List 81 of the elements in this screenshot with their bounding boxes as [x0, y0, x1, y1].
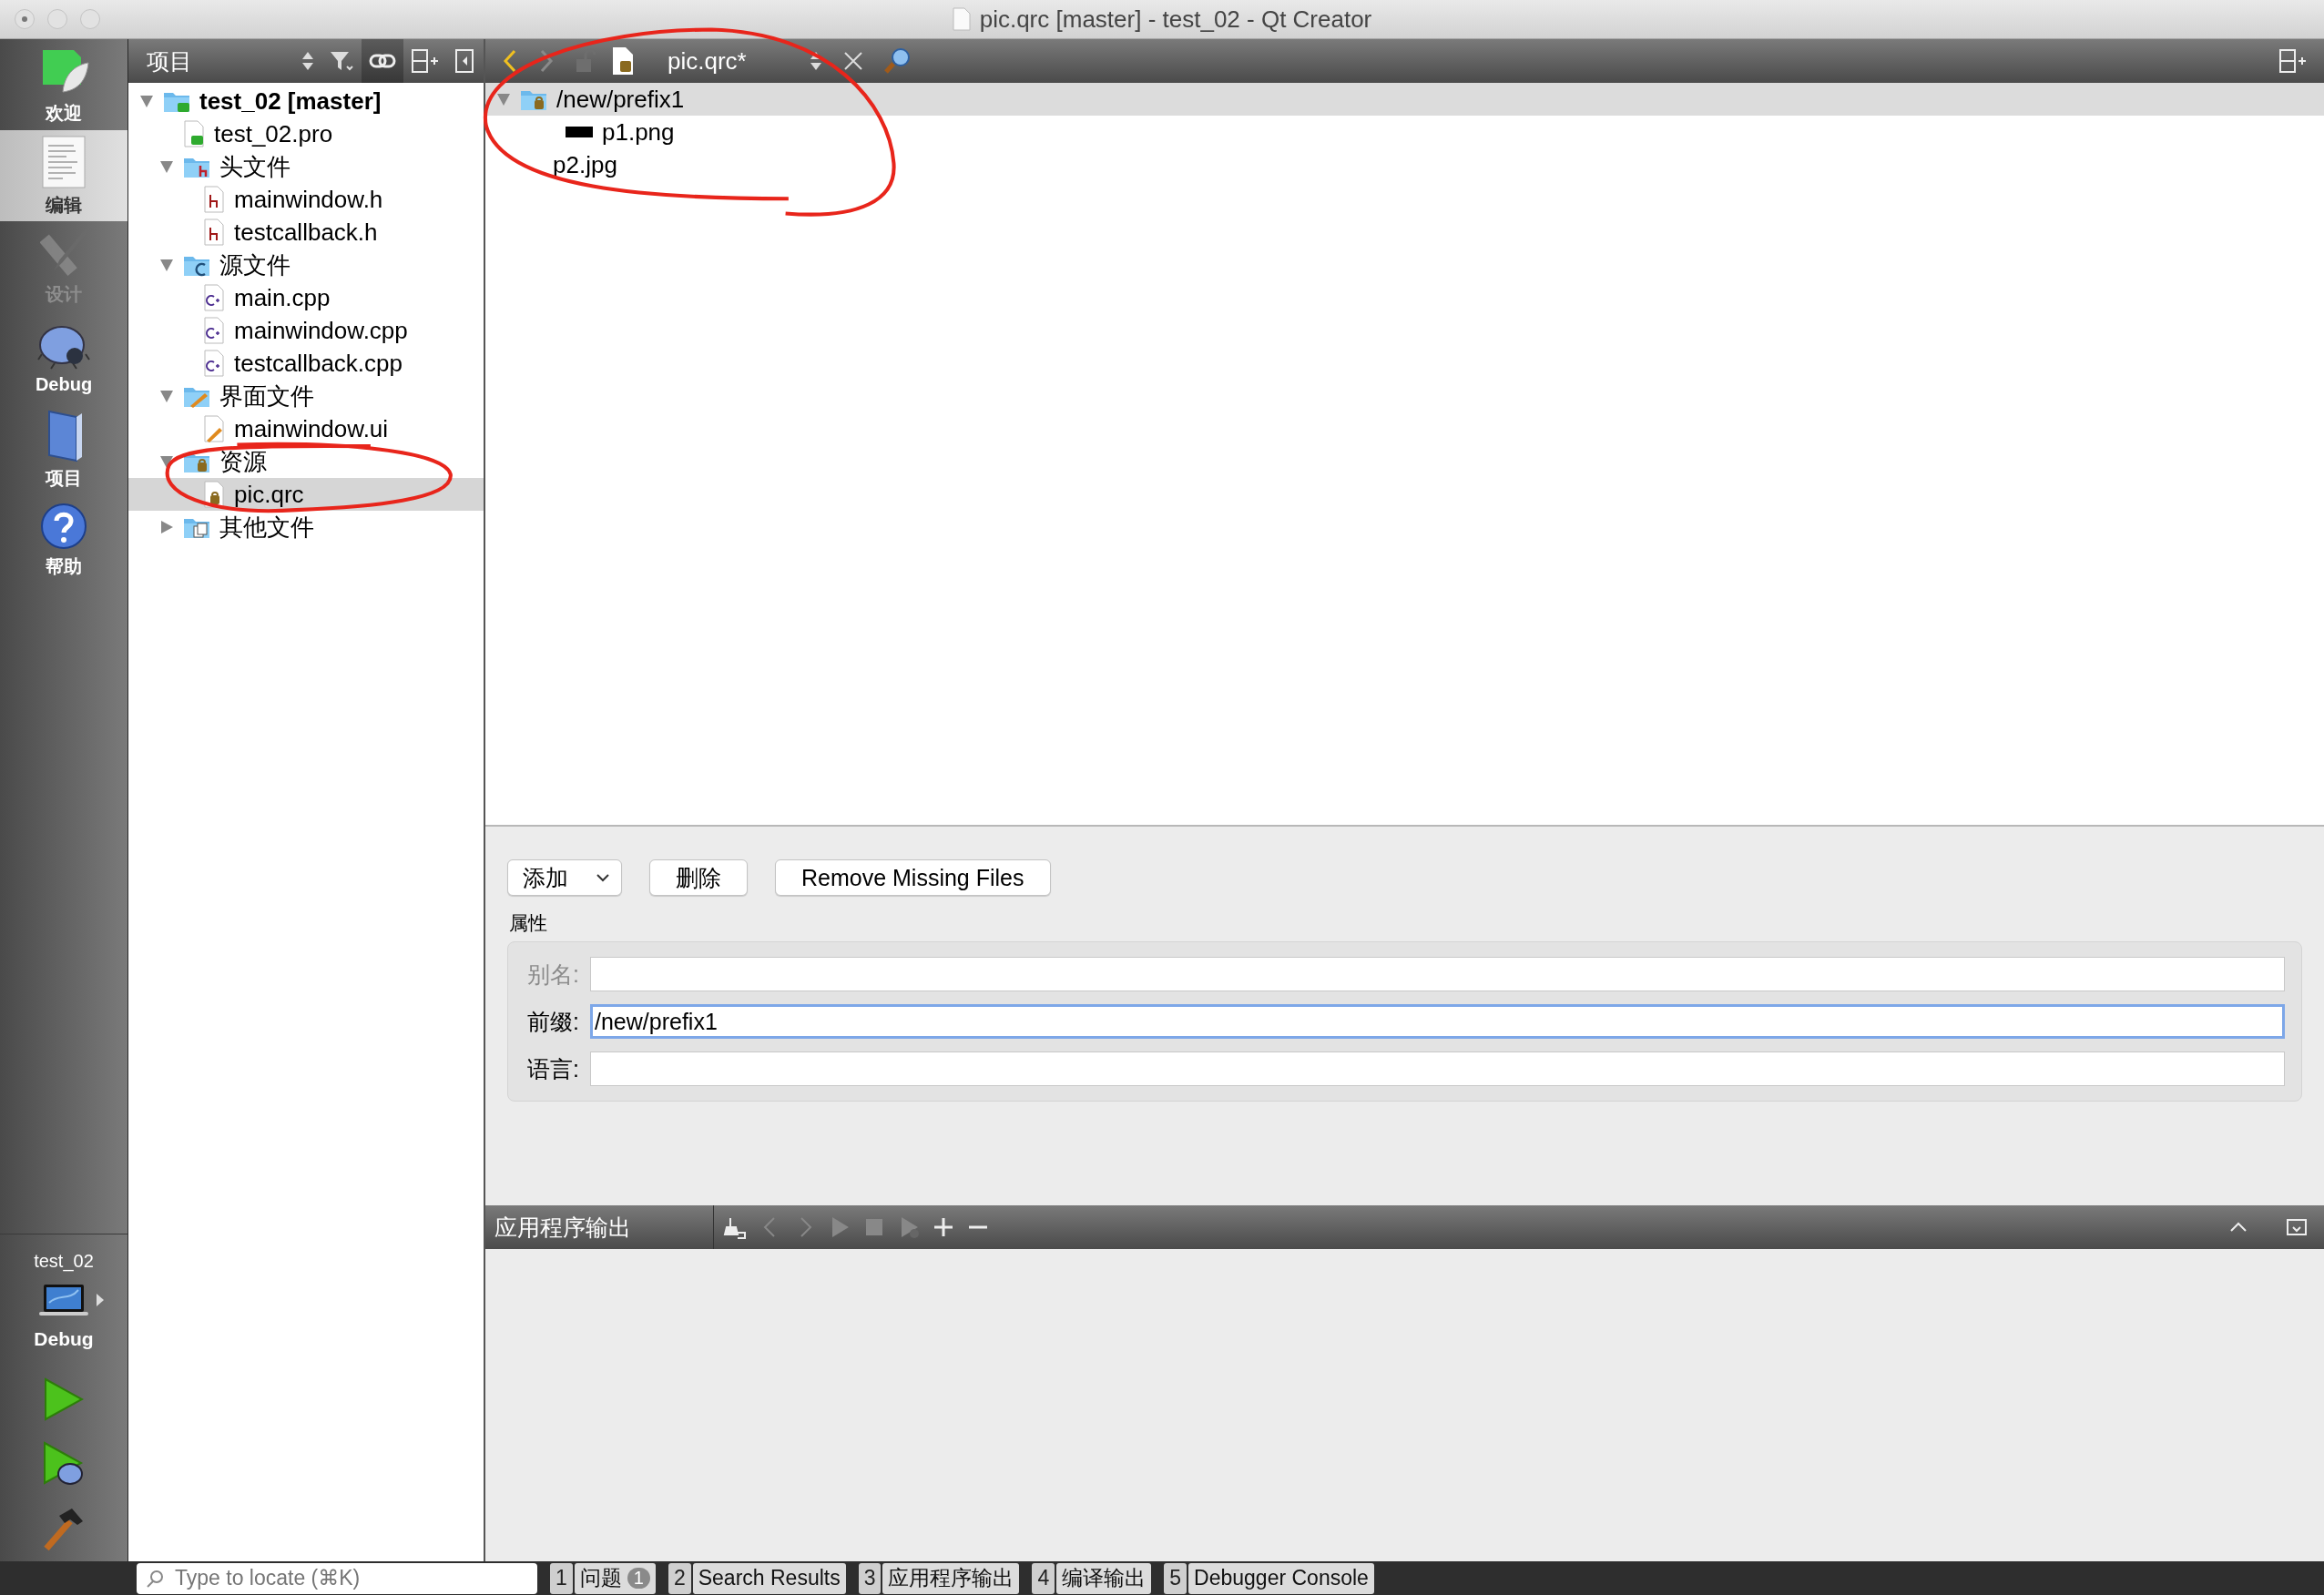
resource-item-label: p2.jpg — [553, 150, 617, 179]
mode-button[interactable]: 编辑 — [0, 130, 127, 221]
window-title: pic.qrc [master] - test_02 - Qt Creator — [979, 5, 1372, 34]
input-field[interactable] — [590, 1051, 2285, 1086]
source-file-icon — [203, 284, 225, 311]
tree-row[interactable]: 界面文件 — [128, 380, 484, 412]
tree-row[interactable]: 资源 — [128, 445, 484, 478]
resource-item-label: /new/prefix1 — [556, 85, 685, 114]
collapse-arrow-icon[interactable] — [159, 159, 174, 174]
tree-row[interactable]: 其他文件 — [128, 511, 484, 544]
form-file-icon — [203, 415, 225, 442]
run-button[interactable] — [44, 1377, 84, 1421]
tree-row[interactable]: 源文件 — [128, 249, 484, 281]
resource-item-label: p1.png — [602, 117, 675, 147]
count-badge: 1 — [627, 1568, 650, 1589]
field-label: 语言: — [526, 1054, 579, 1083]
caret-icon[interactable] — [97, 1294, 104, 1306]
field-label: 前缀: — [526, 1007, 579, 1036]
resource-row[interactable]: p2.jpg — [485, 148, 2324, 181]
tree-item-label: 资源 — [219, 446, 267, 477]
tree-item-label: test_02 [master] — [199, 86, 382, 116]
project-name: test_02 — [34, 1251, 94, 1272]
tree-row[interactable]: pic.qrc — [128, 478, 484, 511]
tree-row[interactable]: main.cpp — [128, 281, 484, 314]
tree-item-label: 头文件 — [219, 151, 290, 182]
tree-row[interactable]: testcallback.h — [128, 216, 484, 249]
laptop-icon[interactable] — [38, 1283, 89, 1317]
build-config: Debug — [34, 1328, 94, 1350]
input-field[interactable]: /new/prefix1 — [590, 1004, 2285, 1039]
mode-button[interactable]: 帮助 — [0, 494, 127, 585]
tree-item-label: pic.qrc — [234, 480, 304, 509]
resource-file-icon — [611, 46, 635, 76]
tree-row[interactable]: mainwindow.ui — [128, 412, 484, 445]
tree-item-label: 其他文件 — [219, 512, 314, 543]
collapse-arrow-icon[interactable] — [496, 92, 511, 107]
document-icon — [41, 134, 87, 189]
tree-item-label: mainwindow.ui — [234, 414, 389, 443]
field-label: 别名: — [526, 960, 579, 989]
image-thumbnail-icon — [566, 127, 593, 137]
tree-row[interactable]: test_02.pro — [128, 117, 484, 150]
tree-item-label: 界面文件 — [219, 381, 314, 411]
tree-row[interactable]: 头文件 — [128, 150, 484, 183]
tree-item-label: testcallback.h — [234, 218, 378, 247]
link-icon[interactable] — [362, 39, 403, 83]
group-title: 属性 — [509, 911, 548, 935]
open-file-name[interactable]: pic.qrc* — [668, 46, 747, 76]
tree-row[interactable]: mainwindow.h — [128, 183, 484, 216]
collapse-arrow-icon[interactable] — [159, 454, 174, 469]
tree-row[interactable]: test_02 [master] — [128, 85, 484, 117]
header-file-icon — [203, 186, 225, 213]
resource-row[interactable]: p1.png — [485, 116, 2324, 148]
mode-button[interactable]: 欢迎 — [0, 39, 127, 130]
expand-arrow-icon[interactable] — [159, 520, 174, 534]
add-dropdown[interactable]: 添加 — [507, 859, 622, 896]
tree-item-label: main.cpp — [234, 283, 331, 312]
locator-search-field[interactable]: Type to locate (⌘K) — [137, 1562, 537, 1594]
tree-item-label: testcallback.cpp — [234, 349, 403, 378]
debug-run-button[interactable] — [43, 1441, 85, 1487]
mode-button[interactable]: Debug — [0, 312, 127, 403]
source-file-icon — [203, 350, 225, 377]
search-icon — [146, 1568, 166, 1589]
document-icon — [952, 7, 971, 31]
tree-item-label: mainwindow.cpp — [234, 316, 408, 345]
collapse-arrow-icon[interactable] — [159, 389, 174, 403]
tree-row[interactable]: mainwindow.cpp — [128, 314, 484, 347]
help-icon — [39, 501, 88, 551]
collapse-arrow-icon[interactable] — [159, 258, 174, 272]
source-file-icon — [203, 317, 225, 344]
close-window-button[interactable] — [15, 9, 35, 29]
remove-button[interactable]: 删除 — [649, 859, 748, 896]
chevron-icon — [596, 873, 610, 882]
resource-row[interactable]: /new/prefix1 — [485, 83, 2324, 116]
remove-missing-files-button[interactable]: Remove Missing Files — [775, 859, 1051, 896]
collapse-arrow-icon[interactable] — [139, 94, 154, 108]
tree-item-label: mainwindow.h — [234, 185, 383, 214]
tree-item-label: test_02.pro — [214, 119, 333, 148]
tree-row[interactable]: testcallback.cpp — [128, 347, 484, 380]
qt-file-icon — [183, 120, 205, 147]
header-file-icon — [203, 218, 225, 246]
tree-item-label: 源文件 — [219, 249, 290, 280]
mode-button[interactable]: 项目 — [0, 403, 127, 494]
